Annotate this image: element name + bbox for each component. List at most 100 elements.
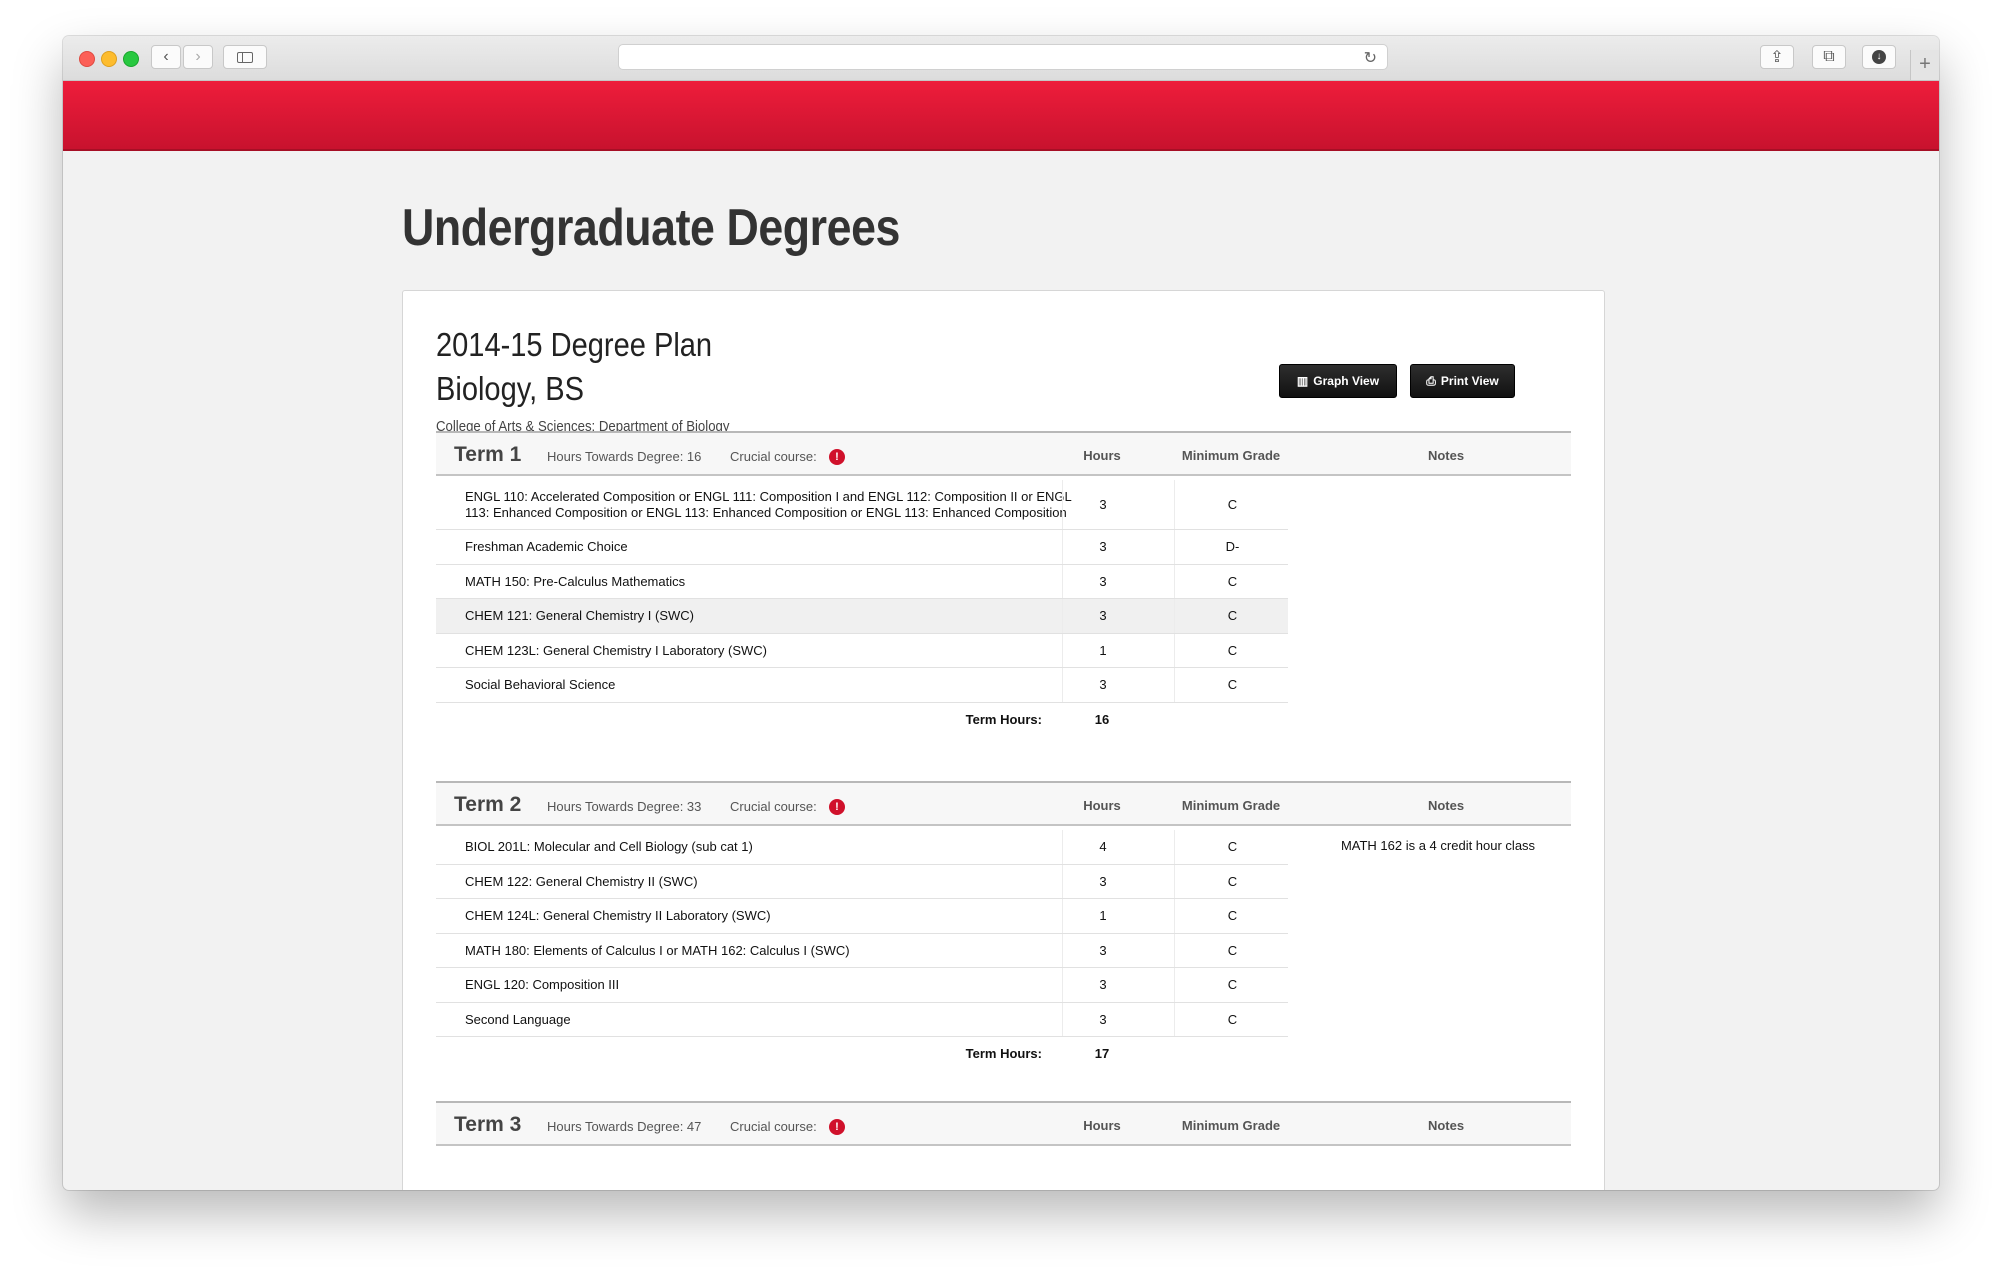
plan-degree-title: Biology, BS xyxy=(436,370,584,407)
course-min-grade: C xyxy=(1174,564,1290,598)
close-window-button[interactable] xyxy=(79,51,95,67)
course-name[interactable]: CHEM 121: General Chemistry I (SWC) xyxy=(436,599,1097,633)
table-row: CHEM 124L: General Chemistry II Laborato… xyxy=(436,899,1288,934)
share-button[interactable]: ⇪ xyxy=(1760,45,1794,69)
course-name[interactable]: CHEM 124L: General Chemistry II Laborato… xyxy=(436,899,1097,933)
address-bar[interactable]: ↻ xyxy=(618,44,1388,70)
table-row: CHEM 121: General Chemistry I (SWC) 3 C xyxy=(436,599,1288,634)
exclamation-circle-icon[interactable]: ! xyxy=(829,449,845,465)
term-3-section: Term 3 Hours Towards Degree: 47 Crucial … xyxy=(436,1101,1571,1146)
hours-towards-degree: Hours Towards Degree: 16 xyxy=(547,449,702,464)
minimize-window-button[interactable] xyxy=(101,51,117,67)
plan-year-title: 2014-15 Degree Plan xyxy=(436,326,713,363)
table-row: MATH 180: Elements of Calculus I or MATH… xyxy=(436,933,1290,968)
crucial-course-label: Crucial course: xyxy=(730,799,817,814)
course-name[interactable]: Social Behavioral Science xyxy=(436,668,1097,702)
back-button[interactable]: ‹ xyxy=(151,45,181,69)
exclamation-circle-icon[interactable]: ! xyxy=(829,1119,845,1135)
browser-window: ‹ › ↻ ⇪ ⧉ ↓ + Undergraduate Degrees 2014… xyxy=(63,36,1939,1190)
term-hours-row: Term Hours: 16 xyxy=(436,703,1288,733)
course-name[interactable]: ENGL 110: Accelerated Composition or ENG… xyxy=(436,480,1097,529)
minimum-grade-column-header: Minimum Grade xyxy=(1181,798,1281,813)
share-icon: ⇪ xyxy=(1770,49,1784,66)
course-hours: 1 xyxy=(1062,633,1143,667)
course-min-grade: C xyxy=(1174,633,1290,667)
graph-view-button[interactable]: ▥ Graph View xyxy=(1279,364,1397,398)
chevron-left-icon: ‹ xyxy=(163,48,169,65)
table-row: Second Language 3 C xyxy=(436,1002,1288,1037)
table-row: CHEM 123L: General Chemistry I Laborator… xyxy=(436,633,1290,668)
course-min-grade: C xyxy=(1174,668,1290,702)
term-1-section: Term 1 Hours Towards Degree: 16 Crucial … xyxy=(436,431,1571,733)
term-header: Term 3 Hours Towards Degree: 47 Crucial … xyxy=(436,1101,1571,1146)
term-name: Term 3 xyxy=(454,1113,522,1136)
course-hours: 3 xyxy=(1062,864,1143,898)
hours-column-header: Hours xyxy=(1083,448,1121,463)
table-row: BIOL 201L: Molecular and Cell Biology (s… xyxy=(436,830,1288,865)
course-hours: 1 xyxy=(1062,899,1143,933)
hours-column-header: Hours xyxy=(1083,1118,1121,1133)
page-title: Undergraduate Degrees xyxy=(402,199,900,257)
term-hours-value: 17 xyxy=(1094,1046,1110,1061)
term-header: Term 1 Hours Towards Degree: 16 Crucial … xyxy=(436,431,1571,476)
term-header: Term 2 Hours Towards Degree: 33 Crucial … xyxy=(436,781,1571,826)
course-hours: 3 xyxy=(1062,564,1143,598)
course-name[interactable]: ENGL 120: Composition III xyxy=(436,968,1097,1002)
minimum-grade-column-header: Minimum Grade xyxy=(1181,448,1281,463)
table-row: ENGL 110: Accelerated Composition or ENG… xyxy=(436,480,1288,530)
term-hours-label: Term Hours: xyxy=(965,711,1042,727)
table-row: CHEM 122: General Chemistry II (SWC) 3 C xyxy=(436,864,1290,899)
course-hours: 3 xyxy=(1062,530,1143,564)
table-row: Social Behavioral Science 3 C xyxy=(436,668,1288,703)
tabs-icon: ⧉ xyxy=(1823,48,1835,65)
course-min-grade: C xyxy=(1174,480,1290,529)
course-name[interactable]: BIOL 201L: Molecular and Cell Biology (s… xyxy=(436,830,1097,864)
graph-view-label: Graph View xyxy=(1313,374,1380,388)
course-min-grade: C xyxy=(1174,933,1290,967)
course-min-grade: C xyxy=(1174,968,1290,1002)
crucial-course-label: Crucial course: xyxy=(730,449,817,464)
print-view-button[interactable]: ⎙ Print View xyxy=(1410,364,1515,398)
course-name[interactable]: CHEM 123L: General Chemistry I Laborator… xyxy=(436,634,1097,668)
course-min-grade: C xyxy=(1174,864,1290,898)
course-hours: 4 xyxy=(1062,830,1143,864)
course-min-grade: C xyxy=(1174,599,1290,633)
course-hours: 3 xyxy=(1062,480,1143,529)
sidebar-icon xyxy=(237,51,253,63)
course-name[interactable]: Freshman Academic Choice xyxy=(436,530,1097,564)
new-tab-button[interactable]: + xyxy=(1910,50,1939,80)
course-name[interactable]: MATH 180: Elements of Calculus I or MATH… xyxy=(436,934,1097,968)
site-header-banner xyxy=(63,81,1939,151)
course-hours: 3 xyxy=(1062,933,1143,967)
table-row: ENGL 120: Composition III 3 C xyxy=(436,968,1288,1003)
course-name[interactable]: CHEM 122: General Chemistry II (SWC) xyxy=(436,865,1097,899)
plan-title: 2014-15 Degree Plan Biology, BS xyxy=(436,323,712,411)
exclamation-circle-icon[interactable]: ! xyxy=(829,799,845,815)
term-name: Term 2 xyxy=(454,793,522,816)
course-hours: 3 xyxy=(1062,599,1143,633)
sidebar-toggle-button[interactable] xyxy=(223,45,267,69)
table-row: MATH 150: Pre-Calculus Mathematics 3 C xyxy=(436,564,1290,599)
minimum-grade-column-header: Minimum Grade xyxy=(1181,1118,1281,1133)
downloads-button[interactable]: ↓ xyxy=(1862,45,1896,69)
forward-button[interactable]: › xyxy=(183,45,213,69)
course-hours: 3 xyxy=(1062,1002,1143,1036)
course-name[interactable]: MATH 150: Pre-Calculus Mathematics xyxy=(436,565,1097,599)
notes-column-header: Notes xyxy=(1427,1118,1465,1133)
term-hours-row: Term Hours: 17 xyxy=(436,1037,1288,1067)
course-min-grade: D- xyxy=(1174,530,1290,564)
plus-icon: + xyxy=(1919,53,1931,75)
tabs-button[interactable]: ⧉ xyxy=(1812,45,1846,69)
reload-icon[interactable]: ↻ xyxy=(1364,48,1377,68)
course-hours: 3 xyxy=(1062,968,1143,1002)
term-note: MATH 162 is a 4 credit hour class xyxy=(1340,838,1536,853)
course-min-grade: C xyxy=(1174,830,1290,864)
term-name: Term 1 xyxy=(454,443,522,466)
course-name[interactable]: Second Language xyxy=(436,1003,1097,1037)
bar-chart-icon: ▥ xyxy=(1296,374,1309,388)
chevron-right-icon: › xyxy=(195,48,201,65)
term-2-section: Term 2 Hours Towards Degree: 33 Crucial … xyxy=(436,781,1571,1067)
hours-towards-degree: Hours Towards Degree: 33 xyxy=(547,799,702,814)
zoom-window-button[interactable] xyxy=(123,51,139,67)
download-icon: ↓ xyxy=(1872,50,1886,64)
